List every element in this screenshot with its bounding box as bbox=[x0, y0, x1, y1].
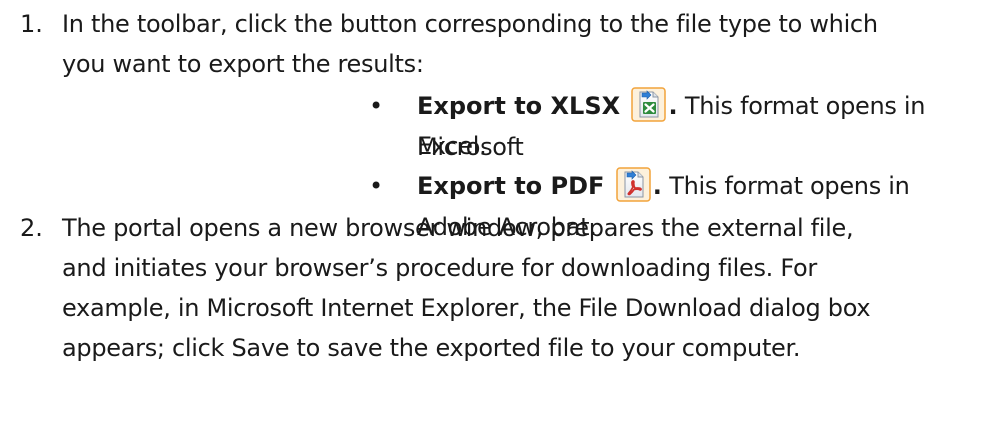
step-text-line: In the toolbar, click the button corresp… bbox=[62, 10, 878, 38]
step-text-line: you want to export the results: bbox=[62, 50, 424, 78]
bullet-text-continued: Excel. bbox=[417, 126, 977, 167]
step-number: 1. bbox=[20, 10, 43, 38]
step-text-line: and initiates your browser’s procedure f… bbox=[62, 254, 817, 282]
export-xlsx-period: . bbox=[668, 92, 678, 120]
export-pdf-period: . bbox=[652, 172, 662, 200]
export-xlsx-label: Export to XLSX bbox=[417, 92, 621, 120]
excel-export-icon bbox=[631, 87, 667, 122]
step-number: 2. bbox=[20, 214, 43, 242]
pdf-export-icon bbox=[616, 167, 651, 202]
document-body: 1. In the toolbar, click the button corr… bbox=[0, 0, 984, 437]
bullet-dot: • bbox=[369, 92, 384, 120]
export-pdf-label: Export to PDF bbox=[417, 172, 605, 200]
bullet-dot: • bbox=[369, 172, 384, 200]
export-xlsx-description-continued: Excel. bbox=[417, 132, 487, 160]
step-text-line: appears; click Save to save the exported… bbox=[62, 334, 801, 362]
step-text-line: example, in Microsoft Internet Explorer,… bbox=[62, 294, 871, 322]
step-text-line: The portal opens a new browser window, p… bbox=[62, 214, 854, 242]
